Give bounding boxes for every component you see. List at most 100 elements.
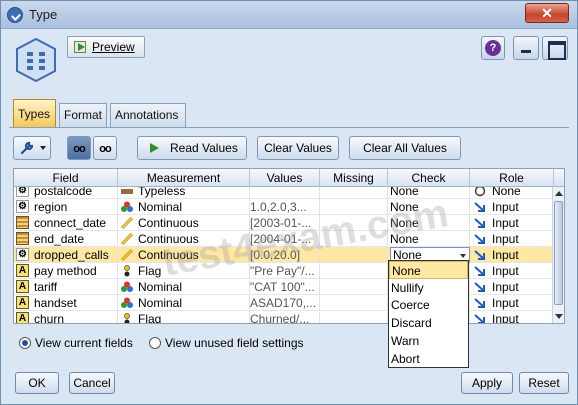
field-cell[interactable]: Atariff [14, 279, 118, 295]
measurement-cell[interactable]: Nominal [118, 279, 250, 295]
values-cell[interactable]: ASAD170,... [250, 295, 320, 311]
values-cell[interactable]: [2004-01-... [250, 231, 320, 247]
tab-types[interactable]: Types [13, 99, 56, 127]
check-option[interactable]: None [389, 261, 468, 279]
view-unused-label[interactable]: View unused field settings [165, 335, 304, 351]
check-option[interactable]: Warn [389, 332, 468, 350]
missing-cell[interactable] [320, 187, 388, 199]
values-cell[interactable]: "CAT 100"... [250, 279, 320, 295]
table-row[interactable]: end_date Continuous [2004-01-... None Input [14, 231, 554, 247]
preview-button[interactable]: Preview [67, 36, 145, 58]
role-cell[interactable]: Input [470, 295, 554, 311]
role-cell[interactable]: Input [470, 247, 554, 263]
measurement-cell[interactable]: Nominal [118, 199, 250, 215]
table-row[interactable]: Atariff Nominal "CAT 100"... Input [14, 279, 554, 295]
column-values[interactable]: Values [250, 169, 320, 187]
missing-cell[interactable] [320, 311, 388, 323]
field-cell[interactable]: end_date [14, 231, 118, 247]
table-row[interactable]: Ahandset Nominal ASAD170,... Input [14, 295, 554, 311]
view-current-label[interactable]: View current fields [35, 335, 133, 351]
column-field[interactable]: Field [14, 169, 118, 187]
scroll-up-icon[interactable] [555, 191, 563, 196]
missing-cell[interactable] [320, 231, 388, 247]
missing-cell[interactable] [320, 295, 388, 311]
measurement-cell[interactable]: Continuous [118, 231, 250, 247]
table-row[interactable]: Apay method Flag "Pre Pay"/... Input [14, 263, 554, 279]
maximize-button[interactable] [542, 36, 568, 60]
vertical-scrollbar[interactable] [552, 187, 564, 323]
role-cell[interactable]: Input [470, 199, 554, 215]
measurement-cell[interactable]: Continuous [118, 247, 250, 263]
check-value: None [390, 216, 419, 230]
check-cell[interactable]: None [388, 215, 470, 231]
column-missing[interactable]: Missing [320, 169, 388, 187]
table-row[interactable]: ⚙ dropped_calls Continuous [0.0,20.0] None In… [14, 247, 554, 263]
table-row[interactable]: connect_date Continuous [2003-01-... None In… [14, 215, 554, 231]
measurement-cell[interactable]: Flag [118, 263, 250, 279]
values-cell[interactable] [250, 187, 320, 199]
column-measurement[interactable]: Measurement [118, 169, 250, 187]
field-cell[interactable]: ⚙ region [14, 199, 118, 215]
clear-values-button[interactable]: Clear Values [257, 136, 339, 160]
continuous-icon [120, 248, 134, 262]
tab-format[interactable]: Format [59, 103, 107, 127]
flag-icon [120, 313, 134, 323]
values-cell[interactable]: [0.0,20.0] [250, 247, 320, 263]
check-option[interactable]: Coerce [389, 296, 468, 314]
view-fields-toggle[interactable]: oo [93, 136, 117, 160]
role-cell[interactable]: None [470, 187, 554, 199]
role-cell[interactable]: Input [470, 279, 554, 295]
read-values-button[interactable]: Read Values [137, 136, 247, 160]
reset-button[interactable]: Reset [519, 372, 569, 394]
minimize-button[interactable] [513, 36, 539, 60]
field-cell[interactable]: Achurn [14, 311, 118, 323]
role-cell[interactable]: Input [470, 263, 554, 279]
measurement-cell[interactable]: Nominal [118, 295, 250, 311]
ok-button[interactable]: OK [15, 372, 59, 394]
missing-cell[interactable] [320, 247, 388, 263]
cancel-button[interactable]: Cancel [69, 372, 115, 394]
scroll-down-icon[interactable] [555, 314, 563, 319]
field-cell[interactable]: Ahandset [14, 295, 118, 311]
view-current-radio[interactable] [19, 337, 31, 349]
check-cell[interactable]: None [388, 199, 470, 215]
check-option[interactable]: Discard [389, 314, 468, 332]
table-row[interactable]: Achurn Flag Churned/... Input [14, 311, 554, 323]
field-cell[interactable]: Apay method [14, 263, 118, 279]
values-cell[interactable]: "Pre Pay"/... [250, 263, 320, 279]
values-cell[interactable]: 1.0,2.0,3... [250, 199, 320, 215]
measurement-cell[interactable]: Typeless [118, 187, 250, 199]
measurement-value: Nominal [138, 200, 183, 214]
tools-dropdown-button[interactable] [13, 136, 51, 160]
tab-annotations[interactable]: Annotations [110, 103, 186, 127]
help-button[interactable]: ? [481, 36, 505, 60]
table-row[interactable]: ⚙ region Nominal 1.0,2.0,3... None Input [14, 199, 554, 215]
view-unused-radio[interactable] [149, 337, 161, 349]
field-cell[interactable]: ⚙ postalcode [14, 187, 118, 199]
missing-cell[interactable] [320, 263, 388, 279]
role-cell[interactable]: Input [470, 215, 554, 231]
close-button[interactable]: ✕ [525, 3, 569, 23]
scroll-thumb[interactable] [554, 201, 563, 305]
values-cell[interactable]: [2003-01-... [250, 215, 320, 231]
measurement-cell[interactable]: Continuous [118, 215, 250, 231]
measurement-cell[interactable]: Flag [118, 311, 250, 323]
field-cell[interactable]: connect_date [14, 215, 118, 231]
clear-all-values-button[interactable]: Clear All Values [349, 136, 461, 160]
check-option[interactable]: Nullify [389, 279, 468, 297]
role-cell[interactable]: Input [470, 231, 554, 247]
missing-cell[interactable] [320, 215, 388, 231]
missing-cell[interactable] [320, 279, 388, 295]
role-cell[interactable]: Input [470, 311, 554, 323]
table-row[interactable]: ⚙ postalcode Typeless None None [14, 187, 554, 199]
field-cell[interactable]: ⚙ dropped_calls [14, 247, 118, 263]
missing-cell[interactable] [320, 199, 388, 215]
apply-button[interactable]: Apply [461, 372, 513, 394]
column-role[interactable]: Role [470, 169, 554, 187]
check-cell[interactable]: None [388, 187, 470, 199]
check-option[interactable]: Abort [389, 350, 468, 368]
column-check[interactable]: Check [388, 169, 470, 187]
check-cell[interactable]: None [388, 231, 470, 247]
view-all-fields-toggle[interactable]: oo [67, 136, 91, 160]
values-cell[interactable]: Churned/... [250, 311, 320, 323]
